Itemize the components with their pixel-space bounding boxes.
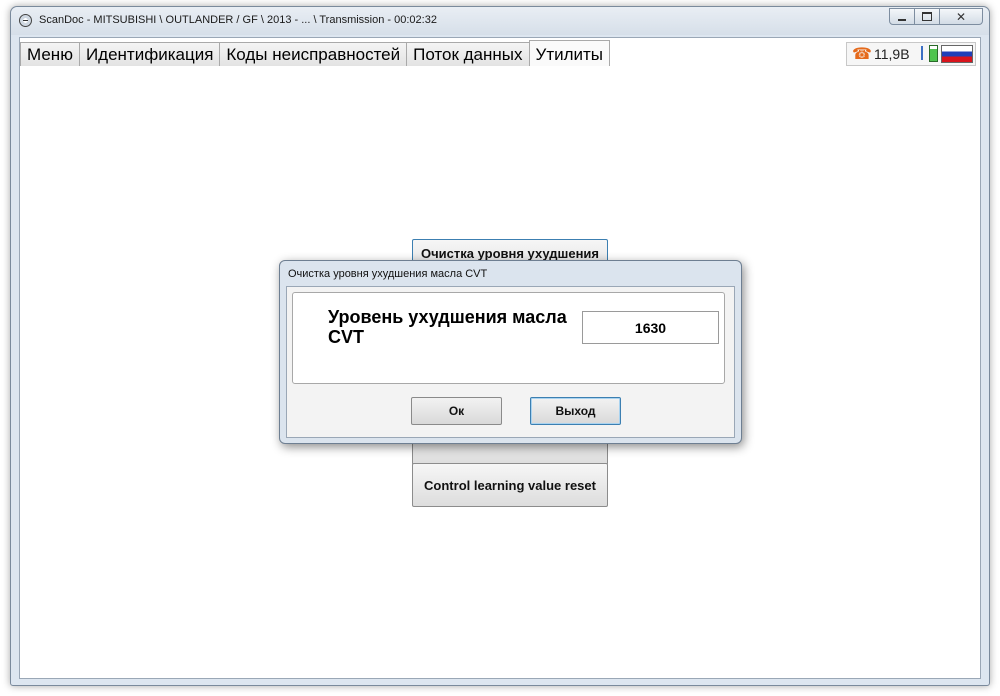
oil-degradation-dialog: Очистка уровня ухудшения масла CVT Урове… [279, 260, 742, 444]
parameter-value: 1630 [582, 311, 719, 344]
plug-icon [921, 46, 927, 60]
tab-utilities[interactable]: Утилиты [528, 40, 611, 66]
window-controls: ✕ [889, 8, 983, 26]
minimize-button[interactable] [889, 8, 915, 25]
parameter-label: Уровень ухудшения масла CVT [328, 307, 567, 347]
value-group: Уровень ухудшения масла CVT 1630 [292, 292, 725, 384]
russian-flag-icon[interactable] [941, 45, 973, 63]
status-panel: ☎ 11,9В [846, 42, 976, 66]
dialog-body: Уровень ухудшения масла CVT 1630 Ок Выхо… [286, 286, 735, 438]
window-title: ScanDoc - MITSUBISHI \ OUTLANDER / GF \ … [39, 14, 437, 26]
phone-icon: ☎ [852, 44, 872, 63]
tab-strip: Меню Идентификация Коды неисправностей П… [20, 40, 611, 68]
close-button[interactable]: ✕ [939, 8, 983, 25]
ok-button[interactable]: Ок [411, 397, 502, 425]
tab-menu[interactable]: Меню [20, 42, 80, 66]
exit-button[interactable]: Выход [530, 397, 621, 425]
control-learning-reset-button[interactable]: Control learning value reset [412, 463, 608, 507]
title-bar[interactable]: ScanDoc - MITSUBISHI \ OUTLANDER / GF \ … [11, 7, 989, 35]
maximize-icon [922, 12, 932, 21]
app-window: ScanDoc - MITSUBISHI \ OUTLANDER / GF \ … [10, 6, 990, 686]
battery-voltage: 11,9В [874, 46, 910, 62]
tab-data-stream[interactable]: Поток данных [406, 42, 530, 66]
dialog-title: Очистка уровня ухудшения масла CVT [288, 268, 488, 280]
battery-icon [929, 45, 938, 62]
tab-fault-codes[interactable]: Коды неисправностей [219, 42, 408, 66]
minimize-icon [898, 18, 906, 21]
maximize-button[interactable] [914, 8, 940, 25]
close-icon: ✕ [955, 9, 967, 24]
app-icon[interactable] [19, 14, 32, 27]
tab-identification[interactable]: Идентификация [78, 42, 221, 66]
